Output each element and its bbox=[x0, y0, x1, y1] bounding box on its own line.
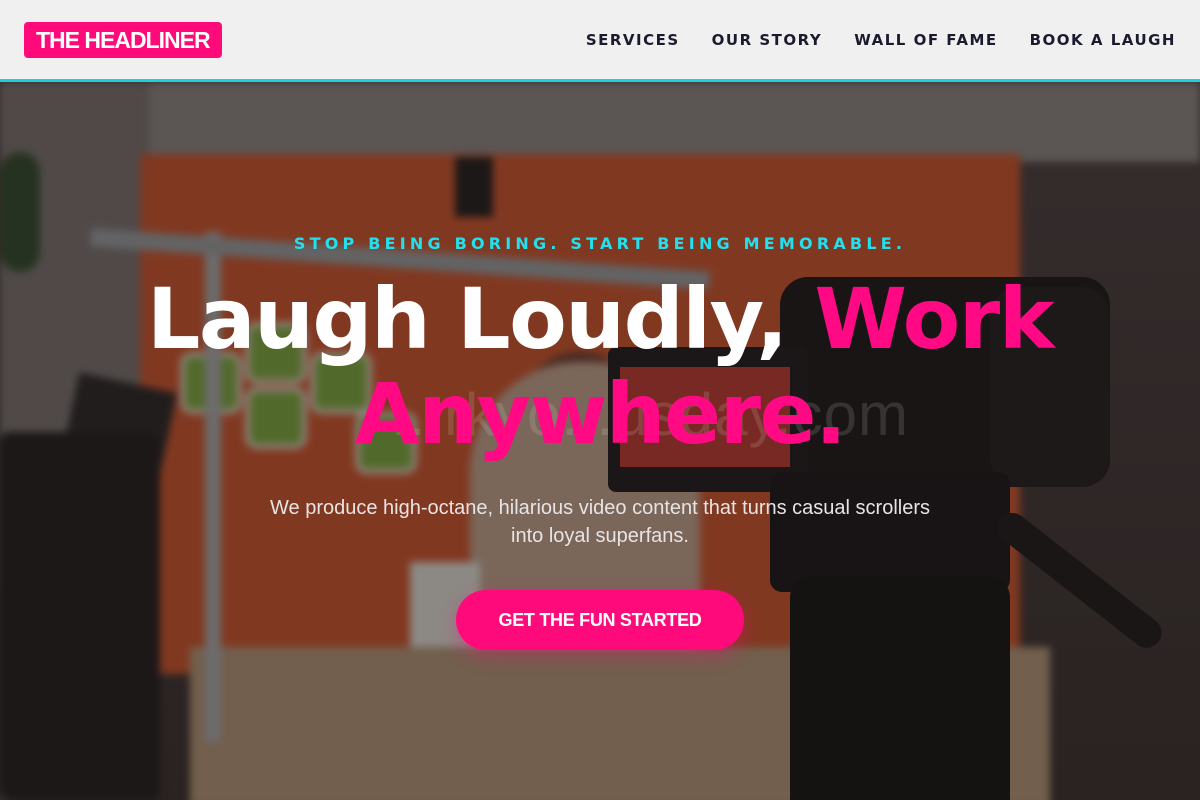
site-logo[interactable]: THE HEADLINER bbox=[24, 21, 222, 58]
nav-link-our-story[interactable]: OUR STORY bbox=[712, 31, 823, 49]
hero-headline: Laugh Loudly, Work Anywhere. bbox=[60, 272, 1140, 462]
site-header: THE HEADLINER SERVICES OUR STORY WALL OF… bbox=[0, 0, 1200, 82]
hero-tagline: STOP BEING BORING. START BEING MEMORABLE… bbox=[293, 234, 907, 253]
get-started-button[interactable]: GET THE FUN STARTED bbox=[456, 590, 744, 650]
hero-content: STOP BEING BORING. START BEING MEMORABLE… bbox=[0, 82, 1200, 800]
nav-link-services[interactable]: SERVICES bbox=[586, 31, 680, 49]
nav-link-wall-of-fame[interactable]: WALL OF FAME bbox=[854, 31, 997, 49]
hero-subtext: We produce high-octane, hilarious video … bbox=[270, 497, 930, 547]
main-nav: SERVICES OUR STORY WALL OF FAME BOOK A L… bbox=[554, 31, 1176, 49]
nav-link-book-a-laugh[interactable]: BOOK A LAUGH bbox=[1030, 31, 1176, 49]
headline-white: Laugh Loudly, bbox=[146, 270, 815, 368]
